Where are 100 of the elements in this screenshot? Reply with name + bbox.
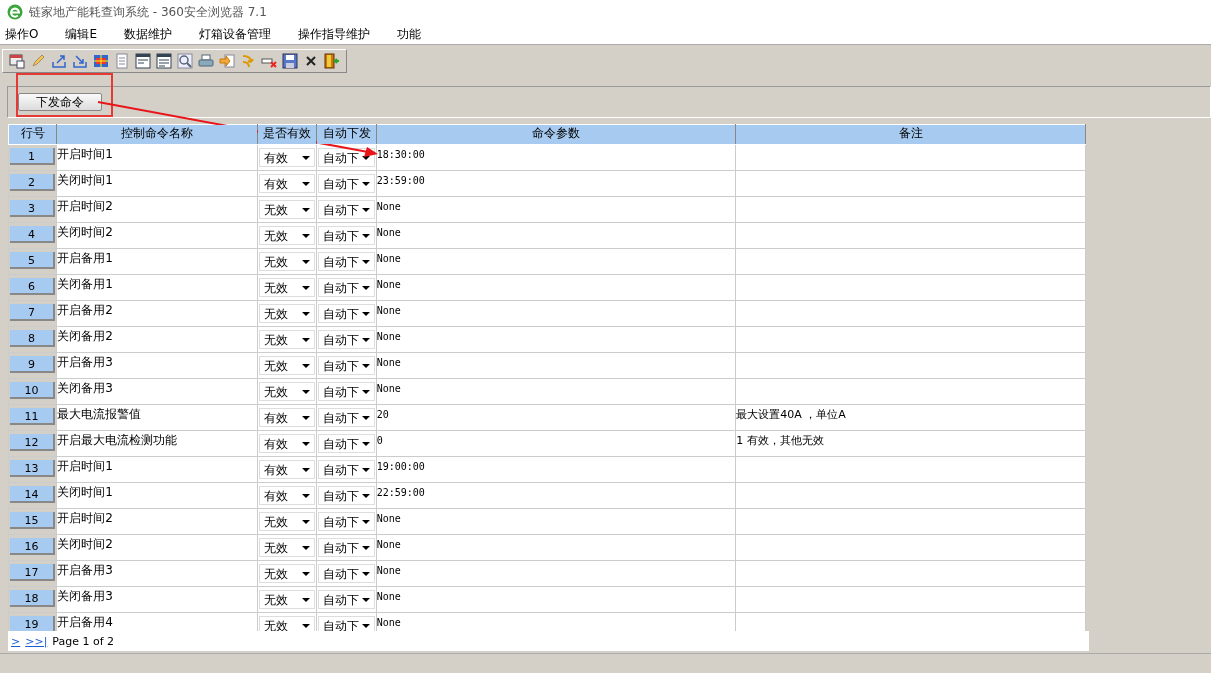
dropdown[interactable]: 自动下 xyxy=(318,356,375,375)
dropdown[interactable]: 无效 xyxy=(259,590,316,609)
menu-item[interactable]: 功能 xyxy=(392,25,444,43)
dropdown[interactable]: 自动下 xyxy=(318,304,375,323)
caret-icon xyxy=(361,311,370,316)
menu-item[interactable]: 数据维护 xyxy=(119,25,195,43)
dropdown[interactable]: 自动下 xyxy=(318,434,375,453)
table-cell: None xyxy=(376,560,736,587)
caret-icon xyxy=(302,285,311,290)
dropdown[interactable]: 自动下 xyxy=(318,408,375,427)
row-number: 2 xyxy=(10,174,56,191)
column-header: 控制命令名称 xyxy=(56,124,258,145)
table-cell: 开启备用1 xyxy=(56,248,258,275)
dropdown[interactable]: 无效 xyxy=(259,356,316,375)
caret-icon xyxy=(361,493,370,498)
table-cell: 20 xyxy=(376,404,736,431)
export-icon[interactable] xyxy=(51,53,67,69)
dropdown[interactable]: 无效 xyxy=(259,512,316,531)
row-number: 18 xyxy=(10,590,56,607)
row-number: 4 xyxy=(10,226,56,243)
dropdown[interactable]: 有效 xyxy=(259,434,316,453)
caret-icon xyxy=(302,207,311,212)
window-title: 链家地产能耗查询系统 - 360安全浏览器 7.1 xyxy=(29,3,267,21)
dropdown[interactable]: 自动下 xyxy=(318,538,375,557)
dropdown[interactable]: 有效 xyxy=(259,174,316,193)
dropdown[interactable]: 有效 xyxy=(259,486,316,505)
page-info: Page 1 of 2 xyxy=(52,634,115,648)
dropdown[interactable]: 有效 xyxy=(259,460,316,479)
row-number: 16 xyxy=(10,538,56,555)
dropdown[interactable]: 自动下 xyxy=(318,226,375,245)
save-icon[interactable] xyxy=(282,53,298,69)
row-number: 14 xyxy=(10,486,56,503)
list-icon[interactable] xyxy=(156,53,172,69)
table-cell: 开启备用3 xyxy=(56,352,258,379)
dropdown[interactable]: 有效 xyxy=(259,408,316,427)
dropdown[interactable]: 自动下 xyxy=(318,174,375,193)
row-number: 10 xyxy=(10,382,56,399)
form-icon[interactable] xyxy=(135,53,151,69)
dropdown[interactable]: 有效 xyxy=(259,148,316,167)
dropdown[interactable]: 无效 xyxy=(259,538,316,557)
row-number: 1 xyxy=(10,148,56,165)
dropdown[interactable]: 自动下 xyxy=(318,590,375,609)
dropdown[interactable]: 自动下 xyxy=(318,512,375,531)
caret-icon xyxy=(302,623,311,628)
import-icon[interactable] xyxy=(72,53,88,69)
caret-icon xyxy=(302,389,311,394)
grid-icon[interactable] xyxy=(93,53,109,69)
caret-icon xyxy=(302,155,311,160)
dropdown[interactable]: 无效 xyxy=(259,304,316,323)
column-header: 自动下发 xyxy=(316,124,377,145)
dropdown[interactable]: 自动下 xyxy=(318,486,375,505)
caret-icon xyxy=(361,623,370,628)
table-cell: 1 有效，其他无效 xyxy=(735,430,1086,457)
document-icon[interactable] xyxy=(114,53,130,69)
preview-icon[interactable] xyxy=(177,53,193,69)
caret-icon xyxy=(361,597,370,602)
row-number: 19 xyxy=(10,616,56,631)
menu-item[interactable]: 编辑E xyxy=(60,25,120,43)
menu-item[interactable]: 操作指导维护 xyxy=(293,25,393,43)
exit-door-icon[interactable] xyxy=(324,53,340,69)
row-number: 3 xyxy=(10,200,56,217)
dropdown[interactable]: 无效 xyxy=(259,226,316,245)
arrow-into-box-icon[interactable] xyxy=(219,53,235,69)
next-page-link[interactable]: > xyxy=(11,634,21,648)
dropdown[interactable]: 无效 xyxy=(259,382,316,401)
table-cell: 关闭时间2 xyxy=(56,222,258,249)
dropdown[interactable]: 自动下 xyxy=(318,252,375,271)
dropdown[interactable]: 自动下 xyxy=(318,200,375,219)
caret-icon xyxy=(302,519,311,524)
dropdown[interactable]: 无效 xyxy=(259,278,316,297)
send-command-button[interactable]: 下发命令 xyxy=(18,93,102,111)
row-number: 8 xyxy=(10,330,56,347)
caret-icon xyxy=(361,181,370,186)
dropdown[interactable]: 自动下 xyxy=(318,278,375,297)
caret-icon xyxy=(361,259,370,264)
table-cell: None xyxy=(376,274,736,301)
printer-icon[interactable] xyxy=(198,53,214,69)
row-number: 12 xyxy=(10,434,56,451)
caret-icon xyxy=(361,441,370,446)
caret-icon xyxy=(302,363,311,368)
last-page-link[interactable]: >>| xyxy=(25,634,48,648)
dropdown[interactable]: 自动下 xyxy=(318,330,375,349)
row-number: 15 xyxy=(10,512,56,529)
table-icon[interactable] xyxy=(9,53,25,69)
dropdown[interactable]: 无效 xyxy=(259,200,316,219)
dropdown[interactable]: 无效 xyxy=(259,252,316,271)
table-cell: 开启时间1 xyxy=(56,456,258,483)
table-cell: 开启最大电流检测功能 xyxy=(56,430,258,457)
table-cell: None xyxy=(376,352,736,379)
caret-icon xyxy=(361,467,370,472)
table-cell: 关闭备用3 xyxy=(56,378,258,405)
caret-icon xyxy=(302,467,311,472)
dropdown[interactable]: 自动下 xyxy=(318,460,375,479)
dropdown[interactable]: 无效 xyxy=(259,330,316,349)
dropdown[interactable]: 自动下 xyxy=(318,382,375,401)
table-cell: 开启时间2 xyxy=(56,196,258,223)
dropdown[interactable]: 无效 xyxy=(259,564,316,583)
menu-item[interactable]: 灯箱设备管理 xyxy=(194,25,294,43)
dropdown[interactable]: 自动下 xyxy=(318,564,375,583)
menu-item[interactable]: 操作O xyxy=(0,25,61,43)
